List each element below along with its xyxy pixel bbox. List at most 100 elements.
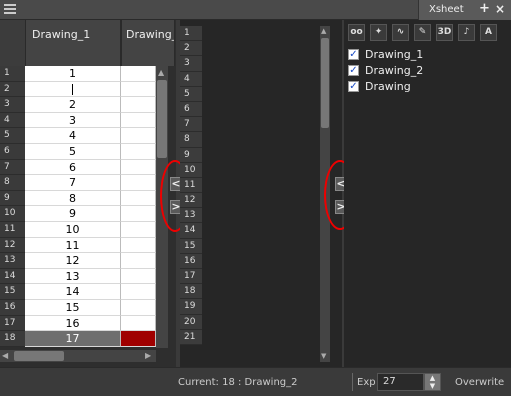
row-number: 10: [0, 206, 25, 222]
drawing-1-column[interactable]: 1 2 3 4 5 6 7 8 9 10 11 12 13 14 15 16 17: [25, 66, 121, 347]
xsheet-cell[interactable]: 4: [25, 128, 121, 144]
row-number: 17: [0, 315, 25, 332]
xsheet-cell[interactable]: 13: [25, 268, 121, 285]
sound-icon[interactable]: ♪: [458, 24, 475, 41]
xsheet-cell[interactable]: 12: [25, 253, 121, 269]
xsheet-cell[interactable]: [121, 206, 156, 222]
exposure-stepper[interactable]: ▲ ▼: [424, 373, 441, 391]
frame-number: 13: [180, 208, 202, 224]
3d-icon[interactable]: 3D: [436, 24, 453, 41]
brush-icon[interactable]: ✎: [414, 24, 431, 41]
text-icon[interactable]: A: [480, 24, 497, 41]
frame-number: 7: [180, 117, 202, 133]
drawing-2-column[interactable]: [121, 66, 156, 347]
frame-number: 14: [180, 223, 202, 239]
scroll-up-icon[interactable]: ▲: [158, 68, 164, 77]
row-number: 18: [0, 331, 25, 347]
xsheet-cell[interactable]: 7: [25, 175, 121, 191]
horizontal-scrollbar[interactable]: ◀ ▶: [0, 350, 156, 362]
scroll-thumb[interactable]: [157, 80, 167, 158]
xsheet-cell[interactable]: 1: [25, 66, 121, 82]
layer-checkbox[interactable]: ✓: [348, 64, 359, 76]
xsheet-cell[interactable]: [121, 112, 156, 129]
layer-item[interactable]: ✓ Drawing_2: [348, 62, 423, 78]
xsheet-cell[interactable]: [121, 237, 156, 254]
layer-item[interactable]: ✓ Drawing_1: [348, 46, 423, 62]
xsheet-cell[interactable]: 3: [25, 112, 121, 129]
xsheet-cell[interactable]: 5: [25, 143, 121, 160]
tab-xsheet[interactable]: Xsheet + ×: [418, 0, 511, 20]
row-number: 6: [0, 143, 25, 160]
column-header-drawing-2[interactable]: Drawing_2: [121, 20, 175, 66]
row-number: 8: [0, 175, 25, 191]
xsheet-cell[interactable]: 6: [25, 159, 121, 176]
xsheet-cell[interactable]: 10: [25, 221, 121, 238]
menu-icon[interactable]: [4, 4, 16, 16]
xsheet-cell[interactable]: [121, 221, 156, 238]
frame-number: 20: [180, 314, 202, 330]
xsheet-cell[interactable]: [25, 81, 121, 98]
layers-panel: oo ✦ ∿ ✎ 3D ♪ A ✓ Drawing_1 ✓ Drawing_2 ✓ Drawing: [344, 20, 511, 367]
xsheet-cell[interactable]: 16: [25, 315, 121, 332]
scroll-thumb[interactable]: [14, 351, 64, 361]
layer-checkbox[interactable]: ✓: [348, 48, 359, 60]
scroll-up-icon[interactable]: ▲: [321, 27, 326, 35]
xsheet-cell[interactable]: [121, 190, 156, 207]
overwrite-label[interactable]: Overwrite: [455, 377, 504, 388]
xsheet-cell[interactable]: 17: [25, 331, 121, 347]
xsheet-cell[interactable]: [121, 97, 156, 113]
row-number: 7: [0, 159, 25, 176]
add-view-icon[interactable]: +: [479, 1, 490, 16]
xsheet-cell[interactable]: [121, 284, 156, 300]
frame-number: 3: [180, 56, 202, 72]
timeline-panel: 1 2 3 4 5 6 7 8 9 10 11 12 13 14 15 16 17 18 19 20 21 ▲ ▼: [180, 20, 342, 367]
current-frame-label: Current: 18 : Drawing_2: [178, 377, 298, 388]
xsheet-cell[interactable]: [121, 175, 156, 191]
row-number-column: 1 2 3 4 5 6 7 8 9 10 11 12 13 14 15 16 17 18: [0, 66, 25, 347]
scroll-right-icon[interactable]: ▶: [145, 351, 151, 360]
row-number: 12: [0, 237, 25, 254]
frame-number: 10: [180, 162, 202, 178]
xsheet-cell[interactable]: [121, 143, 156, 160]
xsheet-cell[interactable]: [121, 268, 156, 285]
layer-item[interactable]: ✓ Drawing: [348, 78, 423, 94]
xsheet-cell[interactable]: [121, 128, 156, 144]
xsheet-cell[interactable]: [121, 253, 156, 269]
xsheet-cell[interactable]: [121, 81, 156, 98]
xsheet-cell[interactable]: [121, 315, 156, 332]
xsheet-cell[interactable]: 8: [25, 190, 121, 207]
color-icon[interactable]: ✦: [370, 24, 387, 41]
xsheet-cell[interactable]: [121, 331, 156, 347]
scroll-down-icon[interactable]: ▼: [321, 352, 326, 360]
row-number: 5: [0, 128, 25, 144]
frame-number: 15: [180, 238, 202, 254]
close-icon[interactable]: ×: [495, 2, 505, 16]
xsheet-cell[interactable]: 2: [25, 97, 121, 113]
scroll-thumb[interactable]: [321, 38, 329, 128]
frame-number: 17: [180, 269, 202, 285]
xsheet-cell[interactable]: [121, 159, 156, 176]
layer-label: Drawing: [365, 79, 411, 93]
xsheet-cell[interactable]: [121, 299, 156, 316]
layer-checkbox[interactable]: ✓: [348, 80, 359, 92]
xsheet-cell[interactable]: [121, 66, 156, 82]
frame-number: 11: [180, 177, 202, 194]
curve-icon[interactable]: ∿: [392, 24, 409, 41]
frame-number: 12: [180, 193, 202, 209]
exposure-input[interactable]: 27: [377, 373, 424, 391]
layer-list: ✓ Drawing_1 ✓ Drawing_2 ✓ Drawing: [348, 46, 423, 94]
row-number: 11: [0, 221, 25, 238]
frame-number: 18: [180, 284, 202, 300]
xsheet-cell[interactable]: 15: [25, 299, 121, 316]
row-number: 9: [0, 190, 25, 207]
frame-number: 2: [180, 41, 202, 57]
onion-skin-icon[interactable]: oo: [348, 24, 365, 41]
xsheet-cell[interactable]: 9: [25, 206, 121, 222]
row-number: 4: [0, 112, 25, 129]
row-number: 16: [0, 299, 25, 316]
xsheet-cell[interactable]: 14: [25, 284, 121, 300]
column-header-drawing-1[interactable]: Drawing_1: [25, 20, 121, 66]
scroll-left-icon[interactable]: ◀: [2, 351, 8, 360]
xsheet-cell[interactable]: 11: [25, 237, 121, 254]
text-cursor: [72, 84, 73, 96]
